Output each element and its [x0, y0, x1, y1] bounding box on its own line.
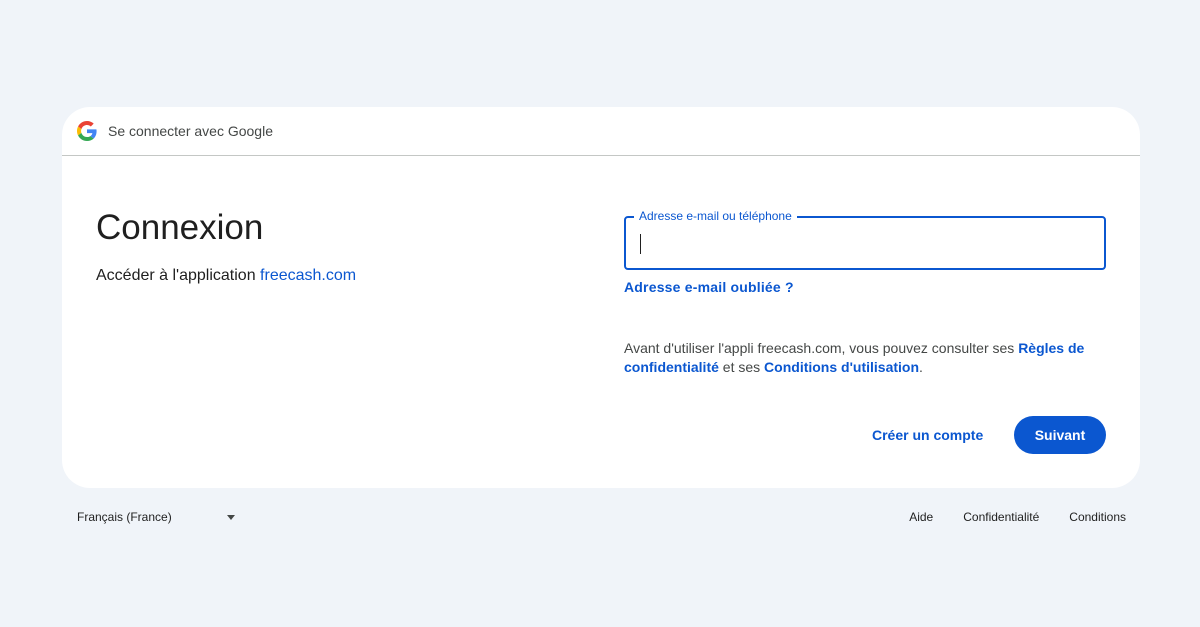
policy-prefix: Avant d'utiliser l'appli freecash.com, v…: [624, 340, 1019, 356]
policy-suffix: .: [919, 359, 923, 375]
page-subtitle: Accéder à l'application freecash.com: [96, 267, 356, 285]
email-field[interactable]: Adresse e-mail ou téléphone: [624, 209, 1106, 270]
page-title: Connexion: [96, 208, 264, 247]
create-account-button[interactable]: Créer un compte: [860, 425, 995, 445]
policy-middle: et ses: [718, 359, 765, 375]
next-button[interactable]: Suivant: [1014, 416, 1106, 454]
email-input[interactable]: [626, 218, 1104, 268]
terms-link[interactable]: Conditions d'utilisation: [764, 359, 919, 375]
footer-link-privacy[interactable]: Confidentialité: [963, 510, 1039, 524]
forgot-email-link[interactable]: Adresse e-mail oubliée ?: [624, 279, 794, 295]
footer-links: Aide Confidentialité Conditions: [879, 510, 1126, 524]
signin-card: Se connecter avec Google Connexion Accéd…: [62, 107, 1140, 488]
header-title: Se connecter avec Google: [108, 123, 273, 139]
footer-link-help[interactable]: Aide: [909, 510, 933, 524]
policy-text: Avant d'utiliser l'appli freecash.com, v…: [624, 339, 1094, 377]
language-label: Français (France): [77, 510, 172, 524]
card-header: Se connecter avec Google: [62, 107, 1140, 156]
footer-link-terms[interactable]: Conditions: [1069, 510, 1126, 524]
text-caret: [640, 234, 641, 254]
app-link[interactable]: freecash.com: [260, 267, 356, 284]
dropdown-arrow-icon[interactable]: [227, 515, 235, 520]
language-selector[interactable]: Français (France): [77, 510, 172, 524]
google-logo-icon: [77, 121, 97, 141]
subtitle-text: Accéder à l'application: [96, 267, 261, 284]
footer: Français (France) Aide Confidentialité C…: [77, 510, 1126, 526]
